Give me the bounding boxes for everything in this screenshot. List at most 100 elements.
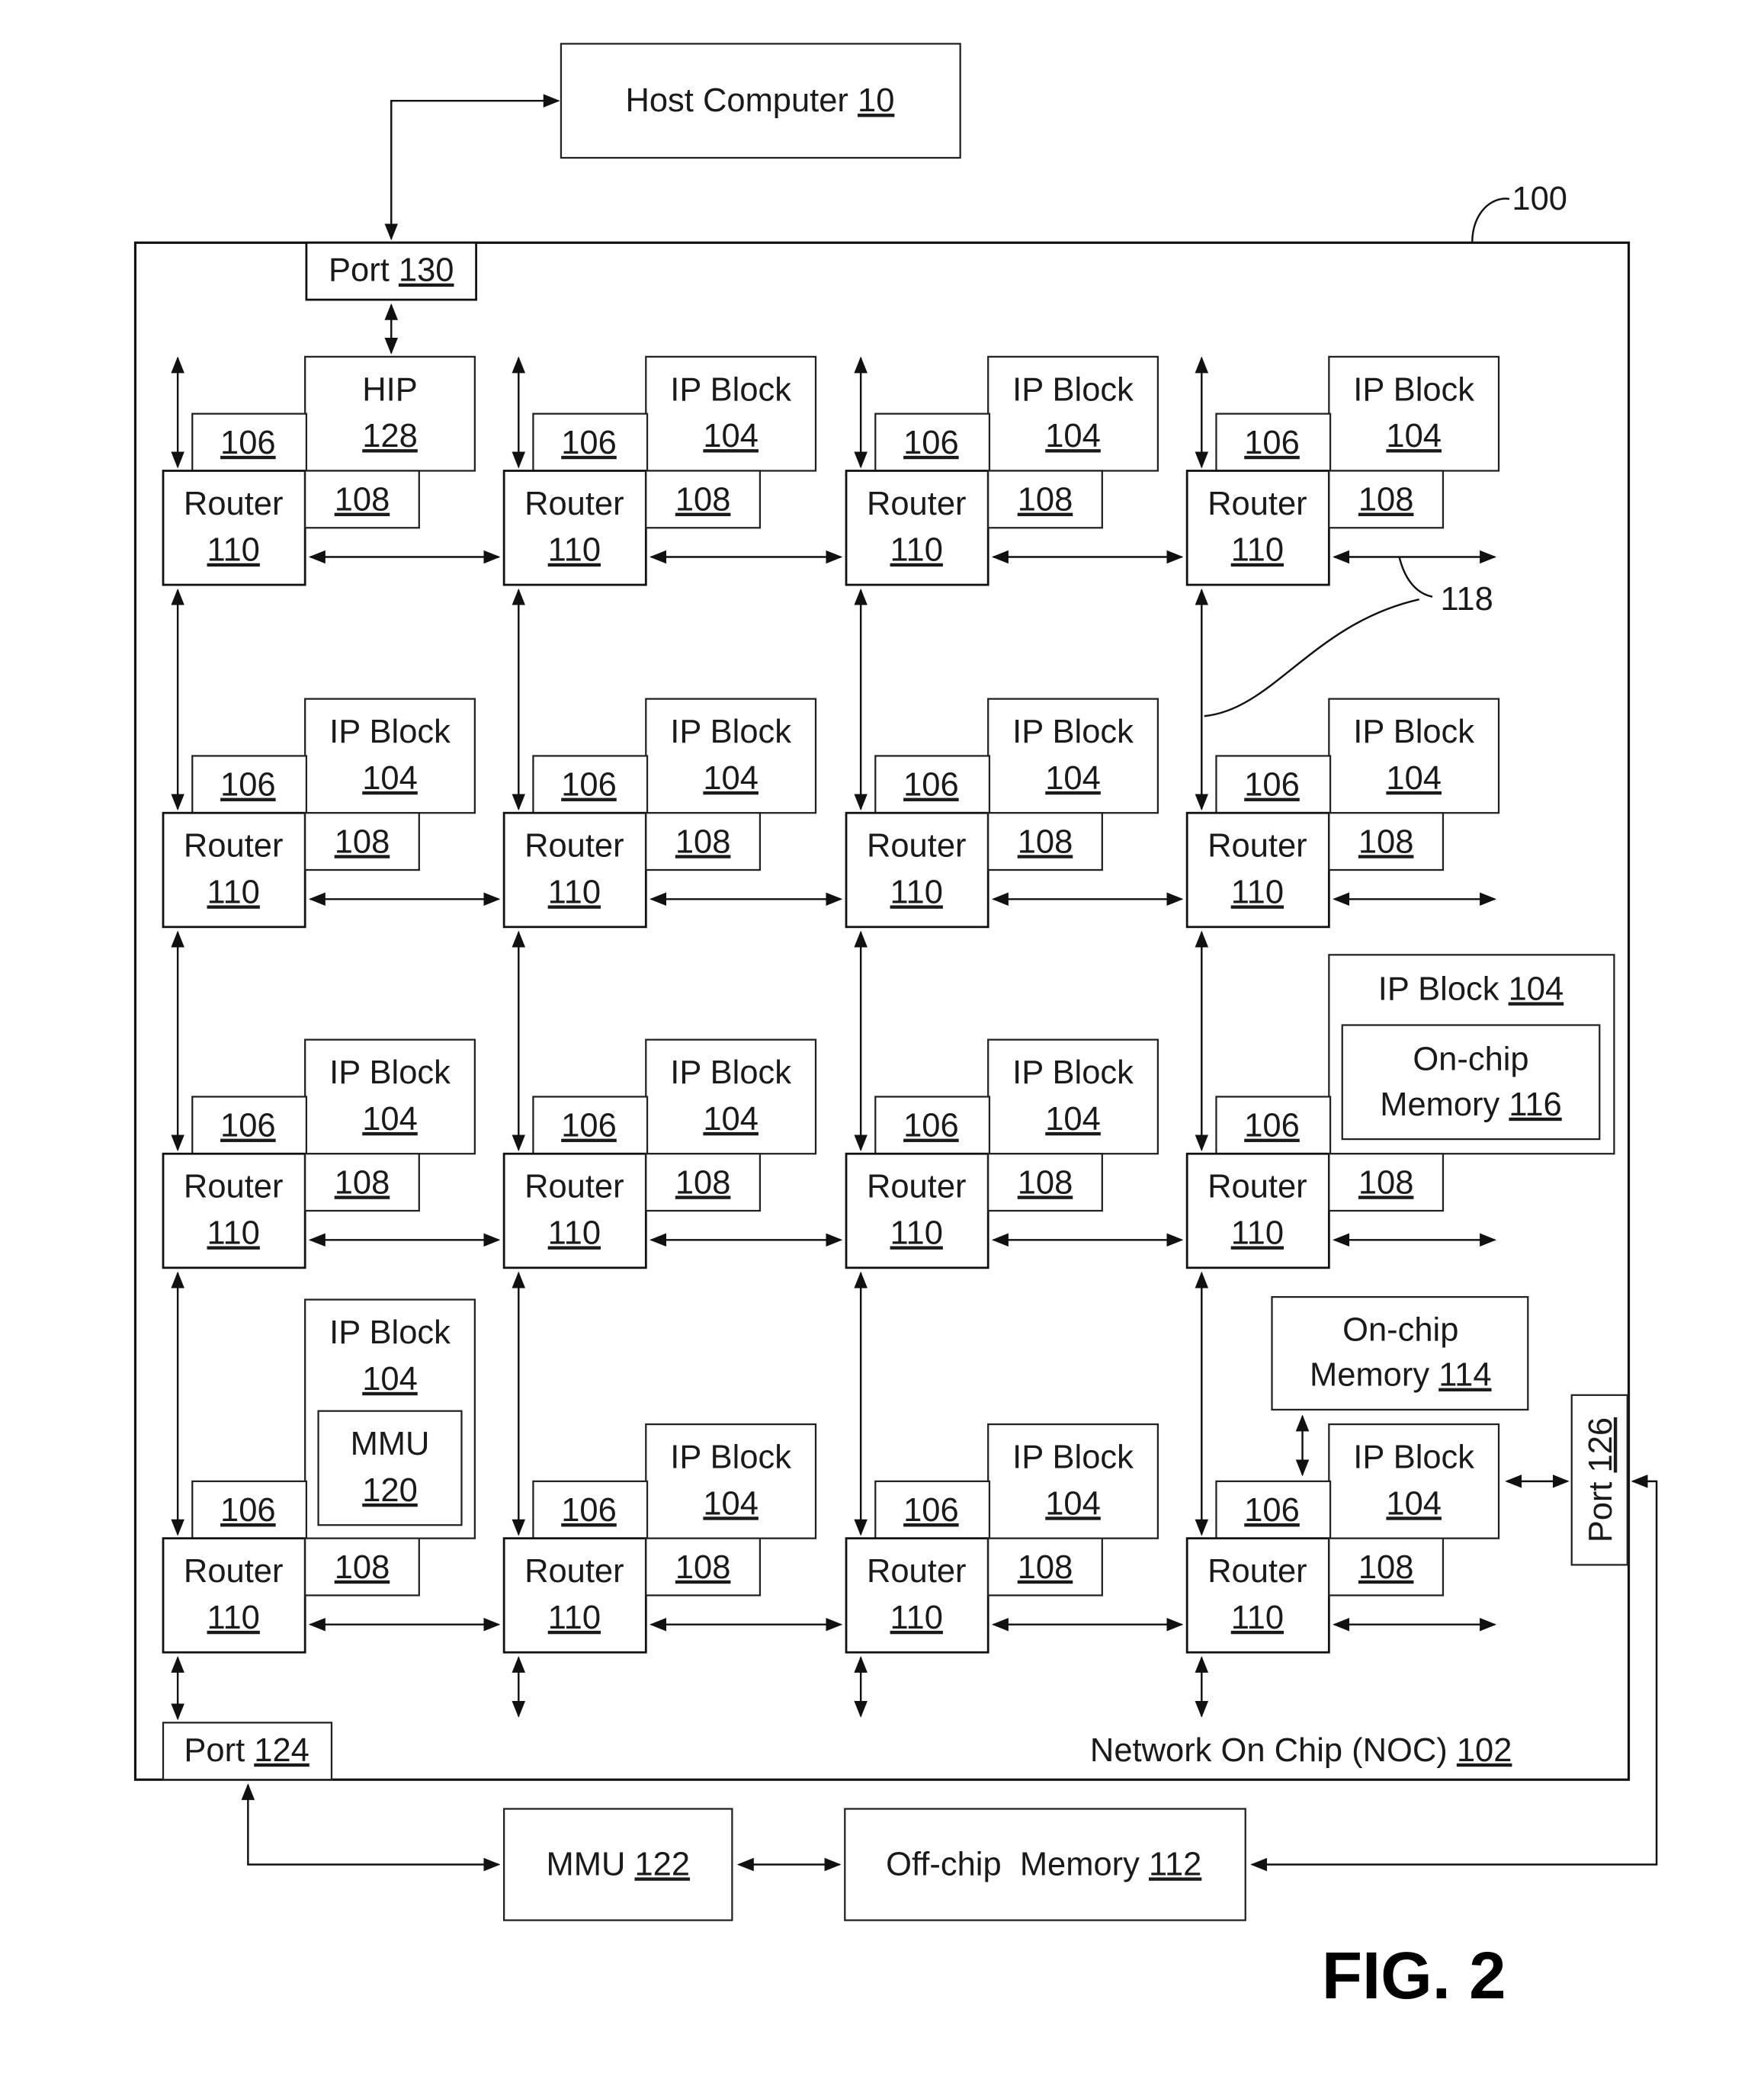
router-ref: 110 xyxy=(890,1600,943,1636)
ref-118: 118 xyxy=(1440,581,1493,618)
onchip-memory-114: On-chip Memory 114 xyxy=(1271,1295,1529,1411)
port-126-ref: 126 xyxy=(1583,1417,1619,1473)
interface-108: 108 xyxy=(304,1153,420,1212)
interface-106: 106 xyxy=(532,1096,649,1155)
interface-106-ref: 106 xyxy=(220,1108,276,1144)
interface-108-ref: 108 xyxy=(1358,1549,1414,1586)
grid-node: IP Block 104 MMU 120 106 Router 110 108 xyxy=(162,1271,501,1721)
ip-block-ref: 104 xyxy=(703,1485,759,1522)
interface-106: 106 xyxy=(532,412,649,472)
interface-106-ref: 106 xyxy=(903,425,959,461)
router-ref: 110 xyxy=(1231,532,1284,569)
ip-block: IP Block 104 xyxy=(987,1423,1159,1539)
ip-block: IP Block 104 xyxy=(645,698,817,814)
ref-118-leader-2 xyxy=(1398,557,1433,598)
interface-108-ref: 108 xyxy=(1018,1164,1073,1201)
onchip-memory-114-line2: Memory xyxy=(1310,1357,1429,1394)
ip-block-ref: 104 xyxy=(362,1361,418,1398)
interface-108-ref: 108 xyxy=(675,482,731,518)
interface-106: 106 xyxy=(1215,755,1332,814)
interface-106-ref: 106 xyxy=(1244,425,1300,461)
interface-108-ref: 108 xyxy=(335,1549,390,1586)
svg-text:MMU 122: MMU 122 xyxy=(546,1846,690,1882)
router-ref: 110 xyxy=(207,1215,260,1252)
router-label: Router xyxy=(1208,486,1307,522)
host-computer-label: Host Computer xyxy=(625,82,848,119)
interface-108-ref: 108 xyxy=(335,823,390,860)
interface-106: 106 xyxy=(874,755,991,814)
router: Router 110 xyxy=(162,1537,306,1654)
router-grid: HIP 128 106 Router 110 108 IP Block 104 106 Route… xyxy=(162,355,1615,1721)
router-ref: 110 xyxy=(207,532,260,569)
interface-106-ref: 106 xyxy=(561,767,617,804)
ip-block-label: IP Block xyxy=(1353,371,1474,408)
ip-block: IP Block 104 xyxy=(987,698,1159,814)
router-label: Router xyxy=(524,1169,624,1205)
noc-ref: 102 xyxy=(1457,1732,1512,1769)
port-126: Port 126 xyxy=(1570,1394,1628,1566)
ip-block-ref: 104 xyxy=(1386,418,1442,454)
port-124-ref: 124 xyxy=(254,1732,310,1769)
interface-106: 106 xyxy=(532,1480,649,1539)
ip-block: IP Block 104 On-chip Memory 116 xyxy=(1328,954,1615,1155)
router-label: Router xyxy=(867,486,967,522)
mmu-120-ref: 120 xyxy=(362,1472,418,1509)
router-label: Router xyxy=(184,828,284,865)
router: Router 110 xyxy=(502,811,647,929)
ip-block-label: IP Block xyxy=(1353,1439,1474,1475)
grid-node: IP Block 104 106 Router 110 108 xyxy=(162,930,501,1269)
grid-node: IP Block 104 106 Router 110 108 xyxy=(502,355,843,586)
ip-block-label: IP Block xyxy=(1012,1439,1134,1475)
ip-block-label: IP Block xyxy=(670,1439,791,1475)
svg-text:Host Computer 10: Host Computer 10 xyxy=(625,82,894,119)
interface-106: 106 xyxy=(191,412,308,472)
onchip-memory-114-line1: On-chip xyxy=(1342,1311,1458,1348)
ip-block-ref: 104 xyxy=(1386,760,1442,797)
router-label: Router xyxy=(184,1553,284,1590)
interface-108: 108 xyxy=(1328,470,1445,529)
hip-label: HIP xyxy=(362,371,418,408)
router-ref: 110 xyxy=(548,1215,601,1252)
router: Router 110 xyxy=(1185,811,1330,929)
ip-block-label: IP Block xyxy=(670,1054,791,1091)
interface-106: 106 xyxy=(874,1480,991,1539)
interface-106: 106 xyxy=(874,412,991,472)
router: Router 110 xyxy=(502,1537,647,1654)
grid-node: IP Block 104 106 Router 110 108 xyxy=(1185,355,1500,586)
grid-node: HIP 128 106 Router 110 108 xyxy=(162,355,501,586)
onchip-memory-116-text: Memory 116 xyxy=(1380,1086,1562,1123)
ip-block: IP Block 104 xyxy=(645,1038,817,1155)
ip-block-label: IP Block xyxy=(1378,971,1499,1007)
router-ref: 110 xyxy=(548,875,601,911)
noc-label: Network On Chip (NOC) xyxy=(1090,1732,1448,1769)
port-130-label: Port xyxy=(329,252,390,289)
ip-block: IP Block 104 xyxy=(987,1038,1159,1155)
router: Router 110 xyxy=(1185,470,1330,586)
router: Router 110 xyxy=(162,1152,306,1269)
interface-108-ref: 108 xyxy=(675,1164,731,1201)
ip-block-label: IP Block xyxy=(670,371,791,408)
router-ref: 110 xyxy=(1231,1600,1284,1636)
port-124-label: Port xyxy=(184,1732,245,1769)
interface-106-ref: 106 xyxy=(1244,1108,1300,1144)
interface-106: 106 xyxy=(532,755,649,814)
ip-block-ref: 104 xyxy=(1045,1101,1101,1138)
interface-106-ref: 106 xyxy=(1244,1492,1300,1529)
ip-block: IP Block 104 xyxy=(1328,355,1500,472)
ip-block-ref: 104 xyxy=(362,760,418,797)
ip-block: IP Block 104 xyxy=(645,1423,817,1539)
interface-106: 106 xyxy=(191,1480,308,1539)
ip-block: IP Block 104 xyxy=(1328,1423,1500,1539)
ref-100-leader xyxy=(1471,197,1510,243)
router-ref: 110 xyxy=(1231,1215,1284,1252)
onchip-memory-116: On-chip Memory 116 xyxy=(1341,1024,1601,1141)
interface-106-ref: 106 xyxy=(561,425,617,461)
port-126-label: Port xyxy=(1583,1482,1619,1543)
router: Router 110 xyxy=(502,1152,647,1269)
interface-106: 106 xyxy=(191,755,308,814)
interface-106-ref: 106 xyxy=(220,1492,276,1529)
port-124: Port 124 xyxy=(162,1722,333,1781)
ip-block-ref: 104 xyxy=(1045,418,1101,454)
offchip-memory-label: Off-chip Memory xyxy=(886,1846,1140,1882)
interface-108: 108 xyxy=(1328,1153,1445,1212)
